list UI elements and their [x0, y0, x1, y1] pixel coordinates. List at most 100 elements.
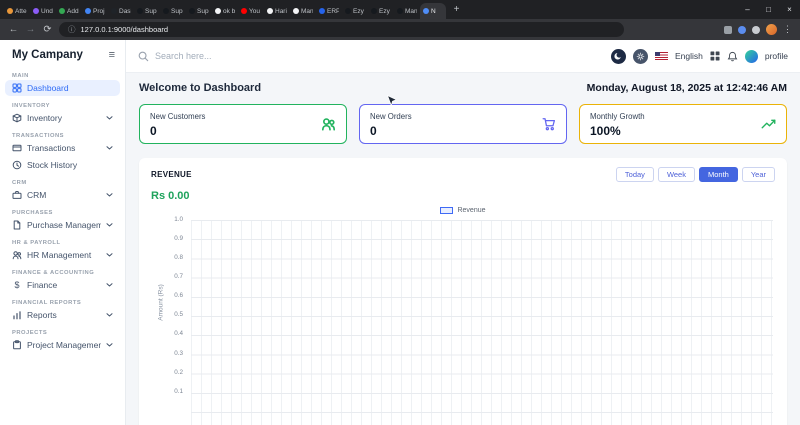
extension-icon[interactable]: [752, 25, 760, 34]
stat-card-new-orders[interactable]: New Orders 0: [359, 104, 567, 144]
tab-favicon: [345, 8, 351, 14]
sidebar-item-project-management[interactable]: Project Management: [5, 337, 120, 353]
y-tick: 1.0: [174, 216, 183, 223]
browser-tab[interactable]: ok b: [212, 3, 238, 19]
sidebar-item-label: Dashboard: [27, 83, 69, 93]
stat-card-new-customers[interactable]: New Customers 0: [139, 104, 347, 144]
sidebar-item-purchase-management[interactable]: Purchase Management: [5, 217, 120, 233]
browser-tab[interactable]: Atte: [4, 3, 30, 19]
revenue-total: Rs 0.00: [151, 190, 190, 202]
tab-label: Sup: [145, 7, 157, 15]
filter-year-button[interactable]: Year: [741, 167, 775, 182]
browser-tab[interactable]: Sup: [186, 3, 212, 19]
sidebar-item-label: Reports: [27, 310, 57, 320]
y-axis-label: Amount (Rs): [157, 284, 165, 321]
brand-title: My Campany: [12, 49, 83, 61]
trend-up-icon: [761, 119, 776, 130]
back-icon[interactable]: ←: [8, 24, 19, 35]
stat-value: 100%: [590, 124, 621, 138]
legend-swatch: [440, 207, 454, 214]
section-header-projects: PROJECTS: [12, 330, 48, 336]
sidebar-item-reports[interactable]: Reports: [5, 307, 120, 323]
section-header-financial-reports: FINANCIAL REPORTS: [12, 300, 82, 306]
filter-today-button[interactable]: Today: [615, 167, 654, 182]
tab-favicon: [241, 8, 247, 14]
search-area: [138, 51, 603, 62]
language-selector[interactable]: English: [675, 51, 703, 61]
chart-legend[interactable]: Revenue: [151, 207, 775, 214]
minimize-button[interactable]: –: [737, 0, 758, 19]
bar-chart-icon: [13, 311, 21, 320]
bell-icon[interactable]: [727, 51, 738, 62]
extension-icon[interactable]: [738, 25, 746, 34]
tab-label: Ezy: [353, 7, 364, 15]
browser-tab[interactable]: Man: [290, 3, 316, 19]
hamburger-icon[interactable]: ≡: [109, 49, 115, 61]
sidebar-item-stock-history[interactable]: Stock History: [5, 157, 120, 173]
stat-label: New Orders: [370, 112, 412, 121]
chart-plot-area: [191, 220, 773, 425]
browser-tab[interactable]: Hari: [264, 3, 290, 19]
legend-label: Revenue: [457, 207, 486, 214]
dark-mode-toggle[interactable]: [610, 48, 626, 64]
browser-tab[interactable]: Und: [30, 3, 56, 19]
sidebar-item-transactions[interactable]: Transactions: [5, 140, 120, 156]
screen: Atte Und Add Proj Dash Sup Sup Sup ok b …: [0, 0, 800, 425]
y-tick: 0.2: [174, 368, 183, 376]
tab-favicon: [371, 8, 377, 14]
filter-week-button[interactable]: Week: [657, 167, 695, 182]
new-tab-button[interactable]: +: [449, 2, 464, 17]
document-icon: [13, 220, 21, 230]
close-button[interactable]: ×: [779, 0, 800, 19]
history-clock-icon: [12, 160, 22, 170]
forward-icon[interactable]: →: [25, 24, 36, 35]
stat-label: New Customers: [150, 112, 206, 121]
browser-tab[interactable]: Ezy: [368, 3, 394, 19]
refresh-icon[interactable]: ⟳: [42, 24, 53, 35]
y-tick: 0.3: [174, 349, 183, 357]
browser-tab[interactable]: Sup: [134, 3, 160, 19]
tab-favicon: [215, 8, 221, 14]
browser-tab-active[interactable]: N: [420, 3, 446, 19]
browser-tab[interactable]: You: [238, 3, 264, 19]
browser-tab[interactable]: Sup: [160, 3, 186, 19]
sidebar-item-hr-management[interactable]: HR Management: [5, 247, 120, 263]
search-input[interactable]: [155, 51, 603, 61]
browser-tab[interactable]: Proj: [82, 3, 108, 19]
browser-tab[interactable]: Add: [56, 3, 82, 19]
sidebar-item-inventory[interactable]: Inventory: [5, 110, 120, 126]
maximize-button[interactable]: □: [758, 0, 779, 19]
dashboard-body: Welcome to Dashboard Monday, August 18, …: [126, 73, 800, 425]
browser-menu-icon[interactable]: ⋮: [783, 24, 792, 35]
browser-tab[interactable]: Man: [394, 3, 420, 19]
tab-label: Hari: [275, 7, 287, 15]
sidebar-item-finance[interactable]: $ Finance: [5, 277, 120, 293]
browser-profile-avatar[interactable]: [766, 24, 777, 35]
extension-icon[interactable]: [724, 25, 732, 34]
browser-tab-strip: Atte Und Add Proj Dash Sup Sup Sup ok b …: [0, 0, 800, 19]
site-info-icon[interactable]: ⓘ: [68, 24, 76, 35]
address-bar[interactable]: ⓘ 127.0.0.1:9000/dashboard: [59, 22, 624, 37]
sun-icon: [636, 52, 645, 60]
light-mode-toggle[interactable]: [632, 48, 648, 64]
profile-avatar[interactable]: [744, 49, 758, 63]
revenue-chart: Amount (Rs) 1.0 0.9 0.8 0.7 0.6 0.5 0.4 …: [151, 216, 775, 425]
chevron-down-icon: [106, 283, 113, 287]
y-tick: 0.5: [174, 311, 183, 319]
browser-tab[interactable]: Ezy: [342, 3, 368, 19]
page-title: Welcome to Dashboard: [139, 82, 262, 94]
stat-label: Monthly Growth: [590, 112, 645, 121]
y-tick: 0.6: [174, 292, 183, 300]
us-flag-icon[interactable]: [654, 51, 668, 61]
sidebar-item-crm[interactable]: CRM: [5, 187, 120, 203]
sidebar-item-dashboard[interactable]: Dashboard: [5, 80, 120, 96]
apps-grid-icon[interactable]: [710, 51, 720, 61]
browser-tab[interactable]: ERP: [316, 3, 342, 19]
filter-month-button[interactable]: Month: [698, 167, 738, 182]
profile-label[interactable]: profile: [765, 51, 788, 61]
browser-tab[interactable]: Dash: [108, 3, 134, 19]
tab-favicon: [189, 8, 195, 14]
stat-card-monthly-growth[interactable]: Monthly Growth 100%: [579, 104, 787, 144]
current-datetime: Monday, August 18, 2025 at 12:42:46 AM: [586, 82, 787, 94]
y-tick: 0.9: [174, 235, 183, 243]
